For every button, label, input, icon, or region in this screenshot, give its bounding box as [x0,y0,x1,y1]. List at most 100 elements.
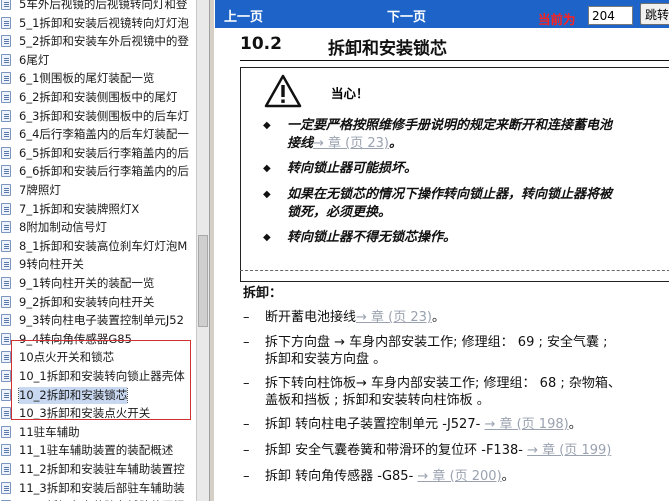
section-number: 10.2 [240,34,282,54]
page-icon [1,202,11,215]
warning-text: 锁死，必须更换。 [287,205,392,220]
tree-item-label: 11驻车辅助 [19,424,80,439]
page-icon [1,388,11,401]
page-icon [1,295,11,308]
tree-item[interactable]: 6_1侧围板的尾灯装配一览 [0,70,196,87]
page-link[interactable]: → 章 (页 23) [356,310,432,325]
tree-item[interactable]: 8_1拆卸和安装高位刹车灯灯泡M [0,238,196,255]
tree-item[interactable]: 5_1拆卸和安装后视镜转向灯灯泡 [0,15,196,32]
tree-item[interactable]: 10_3拆卸和安装点火开关 [0,405,196,422]
tree-scrollbar[interactable] [196,0,209,501]
tree-item[interactable]: 6_6拆卸和安装后行李箱盖内的后 [0,163,196,180]
tree-item-label: 6_2拆卸和安装侧围板中的尾灯 [19,90,178,104]
navigation-bar: 上一页 下一页 当前为 跳转 [215,0,669,28]
page-icon [1,463,11,475]
tree-item[interactable]: 5车外后视镜的后视镜转向灯和登 [0,0,196,13]
step-text: 拆卸 转向柱电子装置控制单元 -J527- [265,417,485,432]
tree-item[interactable]: 11驻车辅助 [0,424,196,441]
tree-item-label: 5_1拆卸和安装后视镜转向灯灯泡 [19,15,189,30]
tree-item-label: 8附加制动信号灯 [19,220,107,235]
tree-item-label: 5_2拆卸和安装车外后视镜中的登 [19,34,189,49]
tree-item-label: 6_3拆卸和安装侧围板中的后车灯 [19,108,189,123]
caution-label: 当心！ [331,86,369,101]
tree-item-label: 10点火开关和锁芯 [19,350,115,365]
tree-item[interactable]: 10点火开关和锁芯 [0,349,196,366]
page-icon [1,407,11,420]
warning-triangle-icon [264,74,302,108]
tree-item[interactable]: 9_3转向柱电子装置控制单元J52 [0,312,196,329]
warning-text: 一定要严格按照维修手册说明的规定来断开和连接蓄电池 [287,118,613,133]
page-icon [1,332,11,345]
toc-tree-panel: 5车外后视镜的后视镜转向灯和登 5_1拆卸和安装后视镜转向灯灯泡 5_2拆卸和安装车… [0,0,196,501]
page-link[interactable]: → 章 (页 198) [484,417,568,432]
tree-item[interactable]: 11_2拆卸和安装驻车辅助装置控 [0,461,196,478]
document-view: 10.2 拆卸和安装锁芯 当心！ ◆ 一定要严格按照维修手册说明的规定来断开和连… [215,28,669,501]
step-text: 拆卸和安装方向盘 。 [265,352,387,367]
tree-item-label: 6_6拆卸和安装后行李箱盖内的后 [19,164,189,179]
tree-item-label: 7_1拆卸和安装牌照灯X [19,201,140,216]
tree-item[interactable]: 6_5拆卸和安装后行李箱盖内的后 [0,145,196,162]
page-icon [1,53,11,66]
page-icon [1,425,11,438]
page-icon [1,351,11,364]
tree-item[interactable]: 9_1转向柱开关的装配一览 [0,275,196,292]
prev-page-link[interactable]: 上一页 [224,6,263,25]
page-link[interactable]: → 章 (页 199) [527,443,611,458]
page-link[interactable]: → 章 (页 23) [313,136,389,151]
tree-item-label: 10_2拆卸和安装锁芯 [17,386,129,404]
page-icon [1,128,11,141]
tree-item[interactable]: 10_2拆卸和安装锁芯 [0,386,196,404]
tree-item-label: 9_4转向角传感器G85 [19,331,132,346]
next-page-link[interactable]: 下一页 [387,6,426,25]
page-icon [1,184,11,196]
page-icon [1,221,11,234]
tree-item[interactable]: 9_4转向角传感器G85 [0,331,196,348]
scrollbar-thumb[interactable] [198,235,208,327]
tree-item-label: 11_2拆卸和安装驻车辅助装置控 [19,462,185,476]
page-icon [1,277,11,289]
page-link[interactable]: → 章 (页 200) [417,469,501,484]
tree-item-label: 5车外后视镜的后视镜转向灯和登 [19,0,188,11]
step-text: 拆卸 转向角传感器 -G85- [265,469,418,484]
tree-item[interactable]: 10_1拆卸和安装转向锁止器壳体 [0,368,196,385]
tree-item[interactable]: 6_4后行李箱盖内的后车灯装配一 [0,126,196,143]
diamond-bullet-icon: ◆ [263,120,271,131]
page-icon [1,0,11,10]
jump-button[interactable]: 跳转 [640,3,669,25]
tree-item-label: 8_1拆卸和安装高位刹车灯灯泡M [19,238,188,253]
tree-item-label: 9_1转向柱开关的装配一览 [19,276,155,290]
tree-item[interactable]: 6尾灯 [0,52,196,69]
tree-item[interactable]: 6_3拆卸和安装侧围板中的后车灯 [0,108,196,125]
page-icon [1,444,11,457]
page-number-input[interactable] [588,6,633,25]
page-icon [1,165,11,178]
tree-item[interactable]: 8附加制动信号灯 [0,219,196,236]
page-icon [1,16,11,29]
diamond-bullet-icon: ◆ [263,189,271,200]
page-icon [1,109,11,122]
tree-item[interactable]: 6_2拆卸和安装侧围板中的尾灯 [0,89,196,106]
dashed-divider [240,270,669,271]
page-icon [1,258,11,271]
diamond-bullet-icon: ◆ [263,232,271,243]
page-icon [1,239,11,252]
tree-item-label: 7牌照灯 [19,183,61,197]
tree-item[interactable]: 9_2拆卸和安装转向柱开关 [0,294,196,311]
tree-item[interactable]: 9转向柱开关 [0,256,196,273]
page-icon [1,481,11,494]
tree-item-label: 11_3拆卸和安装后部驻车辅助装 [19,480,185,495]
warning-text: 转向锁止器不得无锁芯操作。 [287,230,457,245]
tree-item[interactable]: 11_1驻车辅助装置的装配概述 [0,442,196,459]
tree-item[interactable]: 7牌照灯 [0,182,196,199]
tree-item[interactable]: 11_3拆卸和安装后部驻车辅助装 [0,480,196,497]
caution-box: 当心！ ◆ 一定要严格按照维修手册说明的规定来断开和连接蓄电池 接线→ 章 (页… [240,67,669,282]
tree-item[interactable]: 7_1拆卸和安装牌照灯X [0,201,196,218]
diamond-bullet-icon: ◆ [263,163,271,174]
section-title: 拆卸和安装锁芯 [328,39,447,59]
tree-item[interactable]: 5_2拆卸和安装车外后视镜中的登 [0,33,196,50]
current-page-label: 当前为 [538,12,576,27]
tree-item-label: 6尾灯 [19,52,50,67]
title-divider [240,60,669,61]
step-text: 断开蓄电池接线 [265,310,357,325]
tree-item-label: 11_1驻车辅助装置的装配概述 [19,443,174,458]
